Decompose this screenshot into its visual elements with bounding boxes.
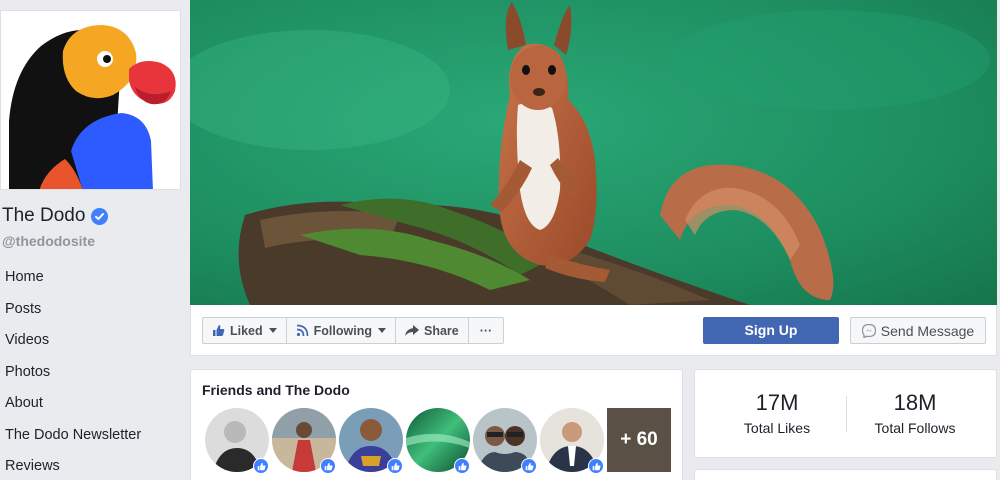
cover-photo[interactable]	[190, 0, 997, 305]
sidebar-item-newsletter[interactable]: The Dodo Newsletter	[0, 420, 182, 452]
total-likes-label: Total Likes	[743, 420, 811, 436]
sidebar-item-posts[interactable]: Posts	[0, 294, 182, 326]
page-action-buttons: Liked Following Share ···	[202, 317, 505, 344]
friends-avatar-list: + 60	[205, 408, 671, 474]
friend-avatar[interactable]	[272, 408, 336, 474]
following-label: Following	[313, 323, 372, 338]
chevron-down-icon	[377, 328, 386, 333]
liked-label: Liked	[230, 323, 263, 338]
total-follows-stat: 18M Total Follows	[855, 390, 975, 436]
total-follows-label: Total Follows	[874, 420, 956, 436]
page-handle[interactable]: @thedodosite	[2, 233, 95, 249]
sidebar-item-home[interactable]: Home	[0, 262, 182, 294]
stats-divider	[846, 396, 847, 432]
page-action-bar: Liked Following Share ··· Sign Up Send M…	[190, 305, 997, 356]
send-message-label: Send Message	[880, 322, 975, 339]
share-arrow-icon	[404, 324, 419, 337]
friend-avatar[interactable]	[406, 408, 470, 474]
sidebar-item-reviews[interactable]: Reviews	[0, 451, 182, 480]
more-dots-icon: ···	[479, 323, 493, 338]
sidebar-item-photos[interactable]: Photos	[0, 357, 182, 389]
page-title[interactable]: The Dodo	[2, 205, 109, 227]
thumbs-up-icon	[212, 324, 225, 337]
like-badge-icon	[387, 458, 403, 474]
page-name-text[interactable]: The Dodo	[2, 205, 85, 227]
friend-avatar[interactable]	[339, 408, 403, 474]
sidebar-item-about[interactable]: About	[0, 388, 182, 420]
friends-card-title[interactable]: Friends and The Dodo	[202, 382, 350, 398]
send-message-button[interactable]: Send Message	[850, 317, 986, 344]
page-logo[interactable]	[0, 10, 181, 190]
like-badge-icon	[253, 458, 269, 474]
secondary-card	[694, 469, 997, 480]
share-button[interactable]: Share	[394, 317, 469, 344]
more-friends-button[interactable]: + 60	[607, 408, 671, 472]
like-badge-icon	[454, 458, 470, 474]
like-badge-icon	[521, 458, 537, 474]
messenger-icon	[861, 323, 876, 338]
rss-feed-icon	[296, 324, 309, 337]
chevron-down-icon	[268, 328, 277, 333]
page-stats-card: 17M Total Likes 18M Total Follows	[694, 369, 997, 458]
share-label: Share	[423, 323, 459, 338]
like-badge-icon	[588, 458, 604, 474]
more-options-button[interactable]: ···	[467, 317, 505, 344]
friend-avatar[interactable]	[473, 408, 537, 474]
total-likes-value: 17M	[755, 390, 799, 415]
friends-card: Friends and The Dodo + 60	[190, 369, 683, 480]
following-button[interactable]: Following	[285, 317, 396, 344]
like-badge-icon	[320, 458, 336, 474]
total-likes-stat: 17M Total Likes	[717, 390, 837, 436]
sidebar-item-videos[interactable]: Videos	[0, 325, 182, 357]
sign-up-button[interactable]: Sign Up	[703, 317, 839, 344]
verified-badge-icon	[91, 207, 109, 225]
sidebar-nav: Home Posts Videos Photos About The Dodo …	[0, 262, 182, 480]
friend-avatar[interactable]	[205, 408, 269, 474]
total-follows-value: 18M	[893, 390, 937, 415]
friend-avatar[interactable]	[540, 408, 604, 474]
liked-button[interactable]: Liked	[202, 317, 287, 344]
